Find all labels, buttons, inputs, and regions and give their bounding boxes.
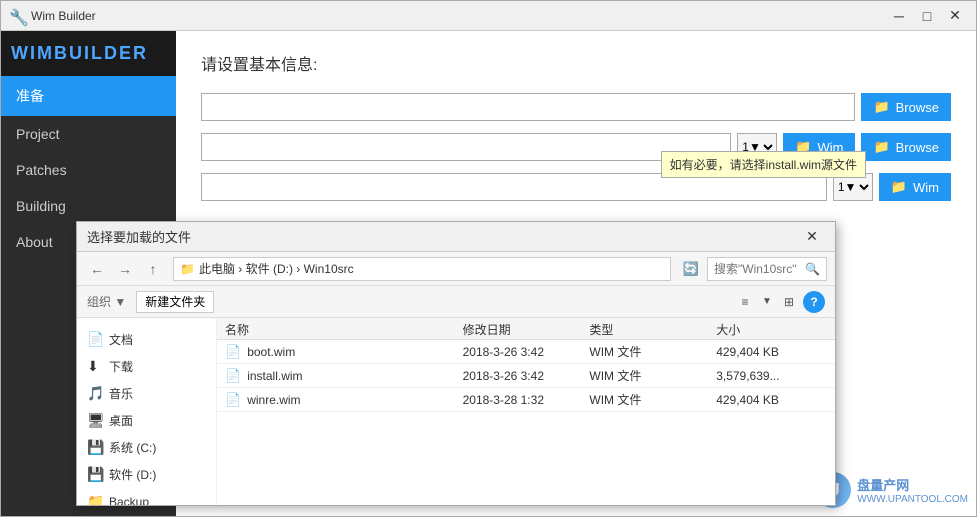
drive-c-icon: 💾 xyxy=(87,439,103,456)
leftnav-music[interactable]: 🎵 音乐 xyxy=(77,380,216,407)
file-name-col: 📄 boot.wim xyxy=(217,342,455,362)
breadcrumb-part-1[interactable]: 📁 xyxy=(180,262,195,276)
file-type-col: WIM 文件 xyxy=(581,389,708,410)
title-bar: 🔧 Wim Builder ─ □ ✕ xyxy=(1,1,976,31)
dialog-action-bar: 组织 ▼ 新建文件夹 ≡ ▼ ⊞ ? xyxy=(77,286,835,318)
dialog-title: 选择要加载的文件 xyxy=(87,227,799,246)
file-date-col: 2018-3-26 3:42 xyxy=(455,343,582,361)
file-rows-container: 📄 boot.wim 2018-3-26 3:42 WIM 文件 429,404… xyxy=(217,340,835,412)
watermark: U 盘量产网 WWW.UPANTOOL.COM xyxy=(815,472,968,508)
breadcrumb-text: 此电脑 › 软件 (D:) › Win10src xyxy=(199,260,354,277)
form-row-1: 📁 Browse xyxy=(201,93,951,121)
header-size[interactable]: 大小 xyxy=(708,318,835,339)
file-name-col: 📄 winre.wim xyxy=(217,390,455,410)
leftnav-drive-d[interactable]: 💾 软件 (D:) xyxy=(77,461,216,488)
help-button[interactable]: ? xyxy=(803,291,825,313)
search-icon: 🔍 xyxy=(805,262,820,276)
source-input-2[interactable]: D:\Win10src\install.wim xyxy=(201,133,731,161)
file-type-col: WIM 文件 xyxy=(581,365,708,386)
file-row[interactable]: 📄 winre.wim 2018-3-28 1:32 WIM 文件 429,40… xyxy=(217,388,835,412)
new-folder-button[interactable]: 新建文件夹 xyxy=(136,291,214,313)
section-title: 请设置基本信息: xyxy=(201,51,951,75)
back-button[interactable]: ← xyxy=(85,257,109,281)
forward-button[interactable]: → xyxy=(113,257,137,281)
file-size-col: 429,404 KB xyxy=(708,391,835,409)
folder-icon-1: 📁 xyxy=(873,99,889,115)
leftnav-downloads[interactable]: ⬇ 下载 xyxy=(77,353,216,380)
browse-button-1[interactable]: 📁 Browse xyxy=(861,93,951,121)
downloads-icon: ⬇ xyxy=(87,358,103,375)
documents-icon: 📄 xyxy=(87,331,103,348)
file-icon: 📄 xyxy=(225,392,241,408)
header-name[interactable]: 名称 xyxy=(217,318,455,339)
leftnav-drive-c[interactable]: 💾 系统 (C:) xyxy=(77,434,216,461)
leftnav-desktop[interactable]: 🖥 桌面 xyxy=(77,407,216,434)
wim-button-3[interactable]: 📁 Wim xyxy=(879,173,951,201)
organize-label[interactable]: 组织 ▼ xyxy=(87,293,126,310)
filelist-header: 名称 修改日期 类型 大小 xyxy=(217,318,835,340)
sidebar-item-building[interactable]: Building xyxy=(1,188,176,224)
music-icon: 🎵 xyxy=(87,385,103,402)
sidebar-item-prepare[interactable]: 准备 xyxy=(1,76,176,116)
dialog-body: 📄 文档 ⬇ 下载 🎵 音乐 🖥 桌面 💾 系统 (C:) xyxy=(77,318,835,505)
dialog-leftnav: 📄 文档 ⬇ 下载 🎵 音乐 🖥 桌面 💾 系统 (C:) xyxy=(77,318,217,505)
view-list-button[interactable]: ≡ xyxy=(734,291,756,313)
search-input[interactable] xyxy=(714,262,805,276)
file-row[interactable]: 📄 install.wim 2018-3-26 3:42 WIM 文件 3,57… xyxy=(217,364,835,388)
minimize-button[interactable]: ─ xyxy=(886,6,912,26)
file-date-col: 2018-3-28 1:32 xyxy=(455,391,582,409)
leftnav-documents[interactable]: 📄 文档 xyxy=(77,326,216,353)
app-window: 🔧 Wim Builder ─ □ ✕ WIMBUILDER 准备 Projec… xyxy=(0,0,977,517)
browse-button-2[interactable]: 📁 Browse xyxy=(861,133,951,161)
file-size-col: 429,404 KB xyxy=(708,343,835,361)
up-button[interactable]: ↑ xyxy=(141,257,165,281)
desktop-icon: 🖥 xyxy=(87,412,103,429)
close-button[interactable]: ✕ xyxy=(942,6,968,26)
source-input-1[interactable] xyxy=(201,93,855,121)
view-grid-button[interactable]: ⊞ xyxy=(778,291,800,313)
breadcrumb-bar: 📁 此电脑 › 软件 (D:) › Win10src xyxy=(173,257,671,281)
watermark-text: 盘量产网 WWW.UPANTOOL.COM xyxy=(857,475,968,505)
leftnav-backup[interactable]: 📁 Backup xyxy=(77,488,216,505)
sidebar-logo: WIMBUILDER xyxy=(1,31,176,76)
dialog-toolbar: ← → ↑ 📁 此电脑 › 软件 (D:) › Win10src 🔄 🔍 xyxy=(77,252,835,286)
file-row[interactable]: 📄 boot.wim 2018-3-26 3:42 WIM 文件 429,404… xyxy=(217,340,835,364)
search-box: 🔍 xyxy=(707,257,827,281)
view-controls: ≡ ▼ ⊞ ? xyxy=(734,291,825,313)
backup-icon: 📁 xyxy=(87,493,103,505)
dialog-filelist: 名称 修改日期 类型 大小 📄 boot.wim 2018-3-26 3:42 … xyxy=(217,318,835,505)
maximize-button[interactable]: □ xyxy=(914,6,940,26)
file-date-col: 2018-3-26 3:42 xyxy=(455,367,582,385)
dialog-close-button[interactable]: ✕ xyxy=(799,227,825,247)
folder-icon-4: 📁 xyxy=(891,179,907,195)
title-bar-controls: ─ □ ✕ xyxy=(886,6,968,26)
file-name-col: 📄 install.wim xyxy=(217,366,455,386)
sidebar-item-project[interactable]: Project xyxy=(1,116,176,152)
header-date[interactable]: 修改日期 xyxy=(455,318,582,339)
file-icon: 📄 xyxy=(225,344,241,360)
file-dialog: 选择要加载的文件 ✕ ← → ↑ 📁 此电脑 › 软件 (D:) › Win10… xyxy=(76,221,836,506)
title-bar-title: Wim Builder xyxy=(31,9,886,23)
drive-d-icon: 💾 xyxy=(87,466,103,483)
dialog-title-bar: 选择要加载的文件 ✕ xyxy=(77,222,835,252)
refresh-button[interactable]: 🔄 xyxy=(679,257,703,281)
sidebar-item-patches[interactable]: Patches xyxy=(1,152,176,188)
tooltip: 如有必要，请选择install.wim源文件 xyxy=(661,151,866,178)
file-icon: 📄 xyxy=(225,368,241,384)
view-dropdown-button[interactable]: ▼ xyxy=(759,291,775,313)
folder-icon-3: 📁 xyxy=(873,139,889,155)
app-icon: 🔧 xyxy=(9,8,25,24)
file-size-col: 3,579,639... xyxy=(708,367,835,385)
file-type-col: WIM 文件 xyxy=(581,341,708,362)
header-type[interactable]: 类型 xyxy=(581,318,708,339)
